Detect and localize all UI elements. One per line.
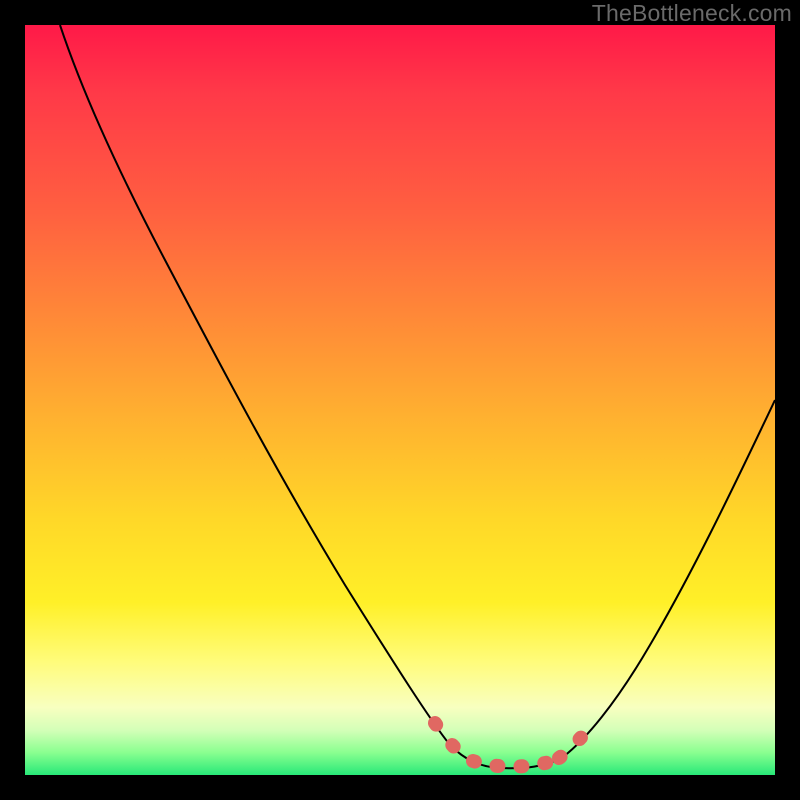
- optimal-beads-right: [559, 723, 593, 758]
- bottleneck-curve: [25, 25, 775, 775]
- curve-left-limb: [60, 25, 450, 745]
- watermark-text: TheBottleneck.com: [592, 0, 792, 27]
- optimal-beads-left: [435, 723, 467, 758]
- curve-right-limb: [563, 400, 775, 757]
- chart-container: TheBottleneck.com: [0, 0, 800, 800]
- plot-area: [25, 25, 775, 775]
